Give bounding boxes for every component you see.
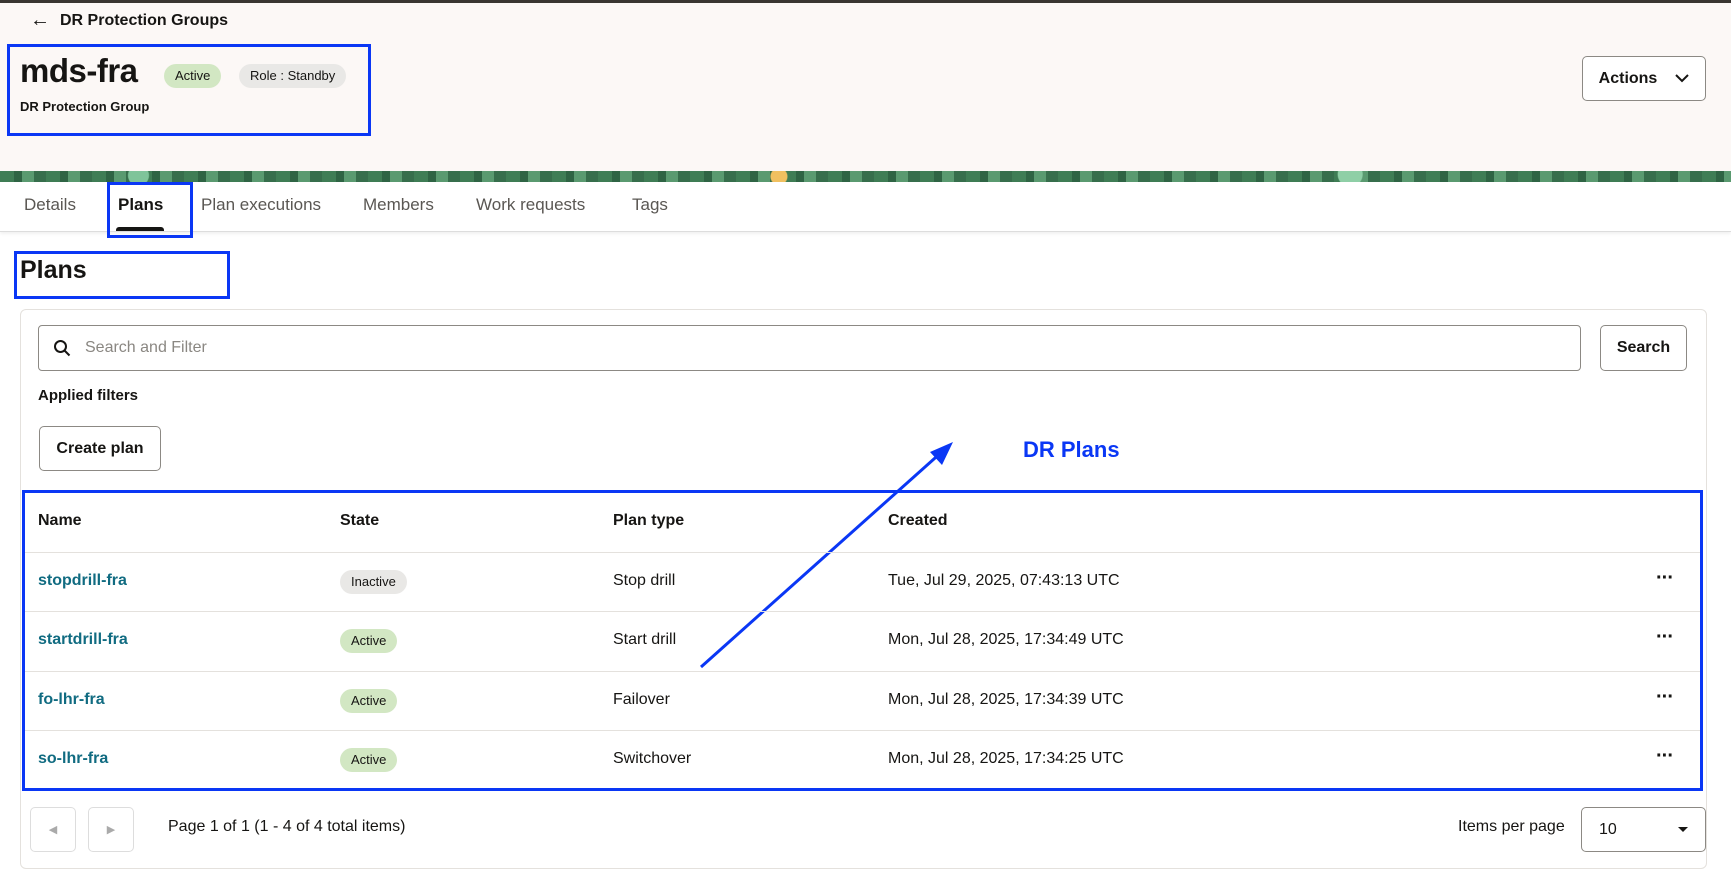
annotation-box-tab	[107, 182, 193, 238]
tab-details[interactable]: Details	[24, 195, 76, 215]
tab-members[interactable]: Members	[363, 195, 434, 215]
annotation-box-table	[22, 490, 1703, 791]
items-per-page-select[interactable]: 10	[1581, 807, 1706, 852]
create-plan-button[interactable]: Create plan	[39, 426, 161, 471]
tab-tags[interactable]: Tags	[632, 195, 668, 215]
caret-left-icon: ◀	[48, 824, 58, 836]
tab-plan-executions[interactable]: Plan executions	[201, 195, 321, 215]
items-per-page-value: 10	[1599, 820, 1617, 838]
pagination-summary: Page 1 of 1 (1 - 4 of 4 total items)	[168, 818, 406, 835]
tab-work-requests[interactable]: Work requests	[476, 195, 585, 215]
annotation-label: DR Plans	[1023, 437, 1120, 462]
chevron-down-icon	[1675, 74, 1690, 83]
annotation-box-header	[7, 44, 371, 136]
search-input[interactable]	[85, 339, 1485, 357]
previous-page-button[interactable]: ◀	[30, 807, 76, 852]
next-page-button[interactable]: ▶	[88, 807, 134, 852]
search-button[interactable]: Search	[1600, 325, 1687, 371]
caret-right-icon: ▶	[106, 824, 116, 836]
decorative-banner	[0, 171, 1731, 182]
caret-down-icon	[1678, 827, 1688, 832]
actions-label: Actions	[1598, 69, 1658, 87]
back-link-label: DR Protection Groups	[60, 11, 229, 29]
annotation-box-title	[14, 251, 230, 299]
items-per-page-label: Items per page	[1458, 818, 1565, 835]
search-input-wrapper[interactable]	[38, 325, 1581, 371]
back-link[interactable]: ← DR Protection Groups	[30, 9, 228, 32]
actions-menu-button[interactable]: Actions	[1582, 56, 1706, 101]
arrow-left-icon: ←	[30, 9, 50, 31]
applied-filters-label: Applied filters	[38, 387, 139, 404]
tab-bar: Details Plans Plan executions Members Wo…	[0, 182, 1731, 232]
search-icon	[54, 340, 71, 357]
